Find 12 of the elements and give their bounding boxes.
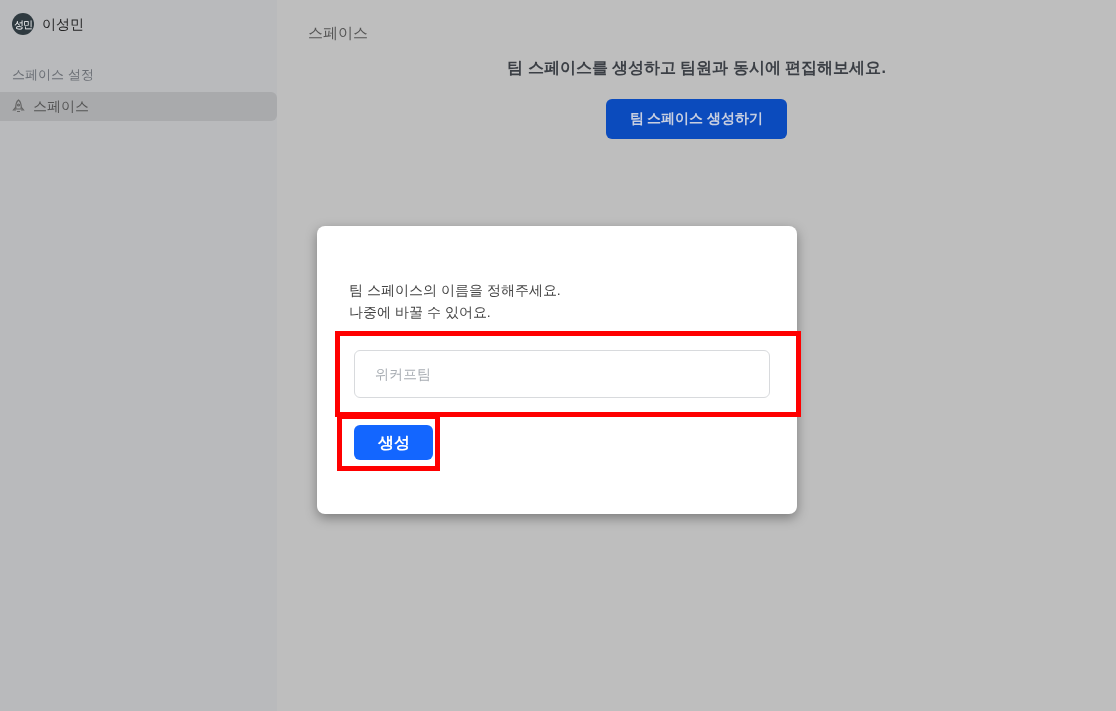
- rocket-icon: [12, 98, 25, 114]
- create-button[interactable]: 생성: [354, 425, 433, 460]
- page-title: 스페이스: [308, 23, 369, 43]
- name-input-field[interactable]: 위커프팀: [354, 350, 770, 398]
- info-message: 팀 스페이스를 생성하고 팀원과 동시에 편집해보세요.: [507, 57, 886, 78]
- dialog-text: 나중에 바꿀 수 있어요.: [349, 303, 492, 322]
- sidebar-item[interactable]: 스페이스: [0, 91, 277, 121]
- section-title: 스페이스 설정: [11, 66, 95, 84]
- user-avatar[interactable]: 성민: [12, 13, 34, 35]
- dialog-text: 팀 스페이스의 이름을 정해주세요.: [349, 281, 562, 300]
- create-team-space-button[interactable]: 팀 스페이스 생성하기: [605, 98, 788, 139]
- user-name: 이성민: [42, 14, 84, 34]
